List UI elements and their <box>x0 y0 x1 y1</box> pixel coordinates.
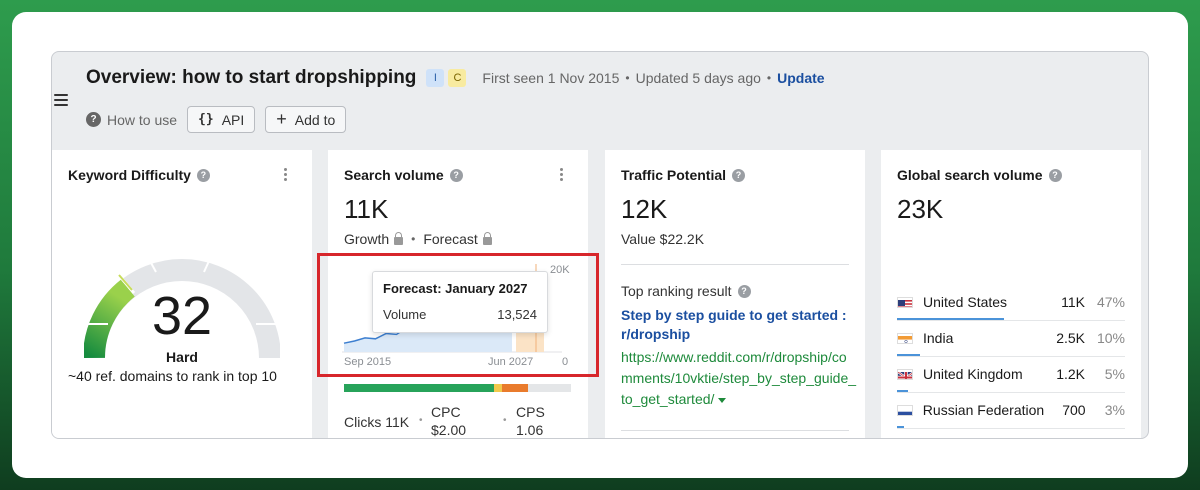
intent-badge-commercial[interactable]: C <box>448 69 467 87</box>
search-volume-value: 11K <box>344 194 389 224</box>
divider <box>897 392 1125 393</box>
intent-distribution-bar <box>344 384 571 392</box>
country-row-us[interactable]: United States 11K 47% <box>897 292 1125 312</box>
overview-panel: Overview: how to start dropshipping I C … <box>51 51 1149 439</box>
overview-header: Overview: how to start dropshipping I C … <box>86 67 825 89</box>
divider <box>897 356 1125 357</box>
traffic-potential-value: 12K <box>621 194 668 224</box>
cpc-value: $2.00 <box>431 422 467 438</box>
help-icon[interactable]: ? <box>737 284 751 298</box>
more-options-icon[interactable] <box>284 168 288 181</box>
uk-flag-icon <box>897 368 913 380</box>
update-link[interactable]: Update <box>777 70 824 86</box>
plus-icon: + <box>276 109 287 129</box>
top-ranking-label-row: Top ranking result ? <box>621 283 751 299</box>
separator-dot: • <box>503 415 507 426</box>
page-title: Overview: how to start dropshipping <box>86 67 417 88</box>
separator-dot: • <box>411 232 416 246</box>
lock-icon <box>482 232 492 245</box>
help-icon[interactable]: ? <box>196 168 210 182</box>
add-to-button-label: Add to <box>294 111 336 128</box>
more-options-icon[interactable] <box>560 168 564 181</box>
card-title: Global search volume ? <box>897 167 1062 183</box>
cpc-label: CPC <box>431 404 461 420</box>
cps-value: 1.06 <box>516 422 544 438</box>
country-percent: 47% <box>1096 294 1125 310</box>
growth-forecast-row: Growth • Forecast <box>344 231 492 247</box>
russia-flag-icon <box>897 404 913 416</box>
country-volume: 1.2K <box>1056 366 1085 382</box>
top-ranking-result-title[interactable]: Step by step guide to get started : r/dr… <box>621 306 857 344</box>
country-percent: 5% <box>1104 366 1125 382</box>
tp-title-label: Traffic Potential <box>621 167 727 183</box>
cps-label: CPS <box>516 404 545 420</box>
country-name: Russian Federation <box>922 402 1045 418</box>
api-button[interactable]: {} API <box>187 106 256 133</box>
divider <box>621 264 849 265</box>
intent-segment <box>344 384 494 392</box>
separator-dot: • <box>419 415 423 426</box>
toolbar: ? How to use {} API + Add to <box>86 106 347 133</box>
kd-title-label: Keyword Difficulty <box>68 167 191 183</box>
highlight-annotation-box <box>317 253 599 377</box>
keyword-difficulty-card: Keyword Difficulty ? 32 Hard ~40 ref. do… <box>52 150 312 438</box>
hamburger-menu-icon[interactable] <box>54 94 68 106</box>
card-title: Search volume ? <box>344 167 463 183</box>
top-ranking-label: Top ranking result <box>621 283 732 299</box>
help-icon[interactable]: ? <box>449 168 463 182</box>
updated-text: Updated 5 days ago <box>635 70 761 86</box>
add-to-button[interactable]: + Add to <box>265 106 347 133</box>
us-flag-icon <box>897 296 913 308</box>
country-volume: 700 <box>1062 402 1086 418</box>
api-button-label: API <box>221 111 245 128</box>
kd-rating: Hard <box>166 349 198 365</box>
country-name: United Kingdom <box>923 366 1023 382</box>
country-row-uk[interactable]: United Kingdom 1.2K 5% <box>897 364 1125 384</box>
sv-title-label: Search volume <box>344 167 444 183</box>
dropdown-caret-icon[interactable] <box>718 397 727 403</box>
country-row-ru[interactable]: Russian Federation 700 3% <box>897 400 1125 420</box>
intent-segment <box>528 384 571 392</box>
traffic-potential-card: Traffic Potential ? 12K Value $22.2K Top… <box>605 150 865 438</box>
card-title: Traffic Potential ? <box>621 167 746 183</box>
clicks-value: Clicks 11K <box>344 414 410 430</box>
country-volume: 11K <box>1061 294 1085 310</box>
kd-score: 32 <box>151 286 213 346</box>
country-volume: 2.5K <box>1056 330 1085 346</box>
kd-description: ~40 ref. domains to rank in top 10 <box>68 368 277 384</box>
traffic-value: Value $22.2K <box>621 231 705 247</box>
help-icon[interactable]: ? <box>1048 168 1062 182</box>
forecast-label[interactable]: Forecast <box>423 231 477 247</box>
country-name: United States <box>923 294 1008 310</box>
card-title: Keyword Difficulty ? <box>68 167 210 183</box>
global-search-volume-card: Global search volume ? 23K United States… <box>881 150 1141 438</box>
divider <box>897 428 1125 429</box>
separator-dot: • <box>766 71 772 85</box>
separator-dot: • <box>625 71 630 85</box>
country-name: India <box>923 330 954 346</box>
lock-icon <box>394 232 404 245</box>
how-to-use-link[interactable]: ? How to use <box>86 112 177 128</box>
growth-label[interactable]: Growth <box>344 231 389 247</box>
intent-badge-informational[interactable]: I <box>426 69 445 87</box>
first-seen-text: First seen 1 Nov 2015 <box>482 70 620 86</box>
india-flag-icon <box>897 332 913 344</box>
help-icon: ? <box>86 112 101 127</box>
code-braces-icon: {} <box>198 112 214 127</box>
country-percent: 10% <box>1096 330 1125 346</box>
divider <box>897 320 1125 321</box>
country-row-in[interactable]: India 2.5K 10% <box>897 328 1125 348</box>
intent-segment <box>494 384 502 392</box>
country-percent: 3% <box>1104 402 1125 418</box>
gsv-title-label: Global search volume <box>897 167 1043 183</box>
top-ranking-result-url[interactable]: https://www.reddit.com/r/dropship/commen… <box>621 347 857 410</box>
divider <box>621 430 849 431</box>
global-volume-value: 23K <box>897 194 944 224</box>
help-icon[interactable]: ? <box>732 168 746 182</box>
result-url-text[interactable]: https://www.reddit.com/r/dropship/commen… <box>621 349 856 407</box>
how-to-use-label: How to use <box>107 111 178 128</box>
intent-segment <box>502 384 528 392</box>
